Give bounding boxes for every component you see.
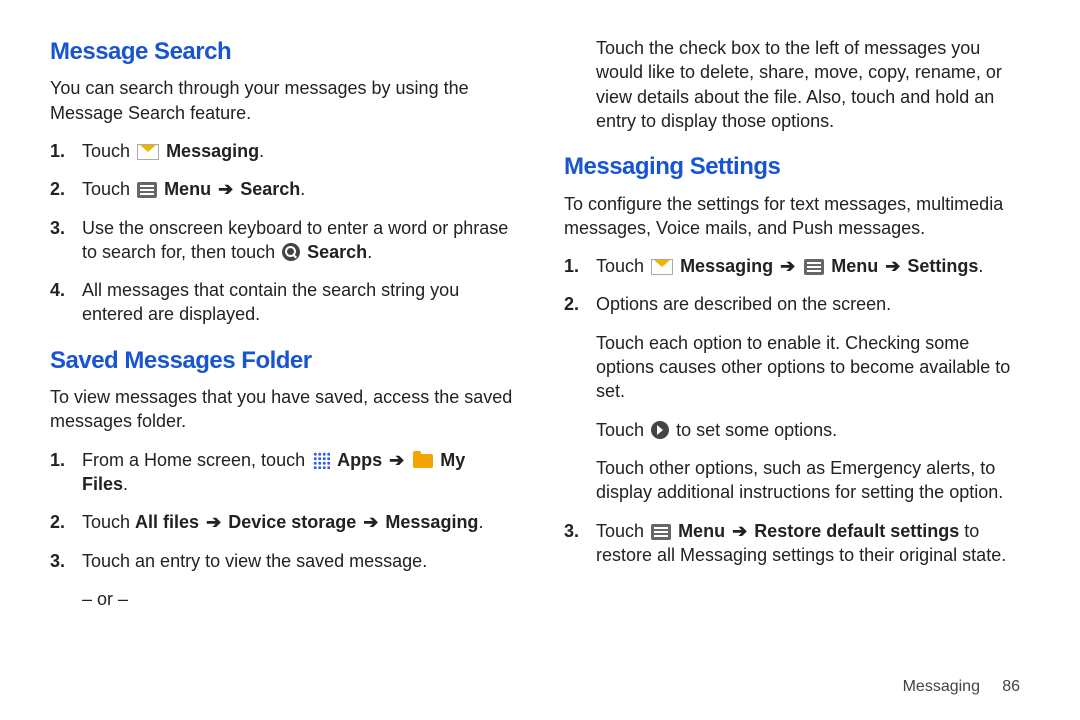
heading-messaging-settings: Messaging Settings (564, 151, 1030, 183)
saved-continuation: Touch the check box to the left of messa… (564, 36, 1030, 133)
text: Touch (82, 179, 135, 199)
step-2-enable-options: Touch each option to enable it. Checking… (564, 331, 1030, 404)
period: . (478, 512, 483, 532)
messaging-label: Messaging (385, 512, 478, 532)
arrow-icon: ➔ (363, 512, 378, 532)
search-label: Search (307, 242, 367, 262)
messaging-label: Messaging (680, 256, 773, 276)
period: . (259, 141, 264, 161)
device-storage-label: Device storage (228, 512, 356, 532)
step-2-touch-arrow: Touch to set some options. (564, 418, 1030, 442)
arrow-icon: ➔ (885, 256, 900, 276)
text: All messages that contain the search str… (82, 280, 459, 324)
footer-page-number: 86 (1002, 678, 1020, 695)
text: Touch (82, 141, 135, 161)
menu-icon (651, 524, 671, 540)
step-1-open-settings: Touch Messaging ➔ Menu ➔ Settings. (564, 254, 1030, 278)
step-2-other-options: Touch other options, such as Emergency a… (564, 456, 1030, 505)
arrow-icon: ➔ (780, 256, 795, 276)
left-column: Message Search You can search through yo… (50, 36, 516, 625)
intro-message-search: You can search through your messages by … (50, 76, 516, 125)
heading-message-search: Message Search (50, 36, 516, 68)
text: to set some options. (676, 420, 837, 440)
search-icon (282, 243, 300, 261)
search-label: Search (240, 179, 300, 199)
or-divider: – or – (50, 587, 516, 611)
folder-icon (413, 454, 433, 468)
step-4-results: All messages that contain the search str… (50, 278, 516, 327)
step-1-apps-myfiles: From a Home screen, touch Apps ➔ My File… (50, 448, 516, 497)
settings-label: Settings (907, 256, 978, 276)
text: Touch (596, 256, 649, 276)
apps-label: Apps (337, 450, 382, 470)
period: . (367, 242, 372, 262)
circle-arrow-icon (651, 421, 669, 439)
menu-label: Menu (678, 521, 725, 541)
text: Touch each option to enable it. Checking… (596, 333, 1010, 402)
right-column: Touch the check box to the left of messa… (564, 36, 1030, 625)
envelope-icon (137, 144, 159, 160)
text: Touch (82, 512, 135, 532)
arrow-icon: ➔ (732, 521, 747, 541)
step-2-options-described: Options are described on the screen. (564, 292, 1030, 316)
text: Touch (596, 521, 649, 541)
text: Touch other options, such as Emergency a… (596, 458, 1003, 502)
page-footer: Messaging 86 (903, 676, 1020, 698)
text: Touch (596, 420, 649, 440)
menu-label: Menu (831, 256, 878, 276)
step-2-storage-path: Touch All files ➔ Device storage ➔ Messa… (50, 510, 516, 534)
arrow-icon: ➔ (206, 512, 221, 532)
footer-chapter: Messaging (903, 678, 980, 695)
step-3-restore-defaults: Touch Menu ➔ Restore default settings to… (564, 519, 1030, 568)
arrow-icon: ➔ (218, 179, 233, 199)
steps-saved-messages: From a Home screen, touch Apps ➔ My File… (50, 448, 516, 573)
intro-messaging-settings: To configure the settings for text messa… (564, 192, 1030, 241)
menu-icon (804, 259, 824, 275)
apps-icon (312, 451, 330, 469)
envelope-icon (651, 259, 673, 275)
allfiles-label: All files (135, 512, 199, 532)
step-2-menu-search: Touch Menu ➔ Search. (50, 177, 516, 201)
restore-defaults-label: Restore default settings (754, 521, 959, 541)
messaging-label: Messaging (166, 141, 259, 161)
text: Options are described on the screen. (596, 294, 891, 314)
steps-messaging-settings: Touch Messaging ➔ Menu ➔ Settings. Optio… (564, 254, 1030, 567)
period: . (300, 179, 305, 199)
text: Touch an entry to view the saved message… (82, 551, 427, 571)
arrow-icon: ➔ (389, 450, 404, 470)
intro-saved-messages: To view messages that you have saved, ac… (50, 385, 516, 434)
text: From a Home screen, touch (82, 450, 310, 470)
steps-message-search: Touch Messaging. Touch Menu ➔ Search. Us… (50, 139, 516, 327)
manual-page: Message Search You can search through yo… (0, 0, 1080, 635)
step-3-view-entry: Touch an entry to view the saved message… (50, 549, 516, 573)
step-1-touch-messaging: Touch Messaging. (50, 139, 516, 163)
menu-icon (137, 182, 157, 198)
period: . (978, 256, 983, 276)
heading-saved-messages: Saved Messages Folder (50, 345, 516, 377)
menu-label: Menu (164, 179, 211, 199)
period: . (123, 474, 128, 494)
step-3-enter-phrase: Use the onscreen keyboard to enter a wor… (50, 216, 516, 265)
